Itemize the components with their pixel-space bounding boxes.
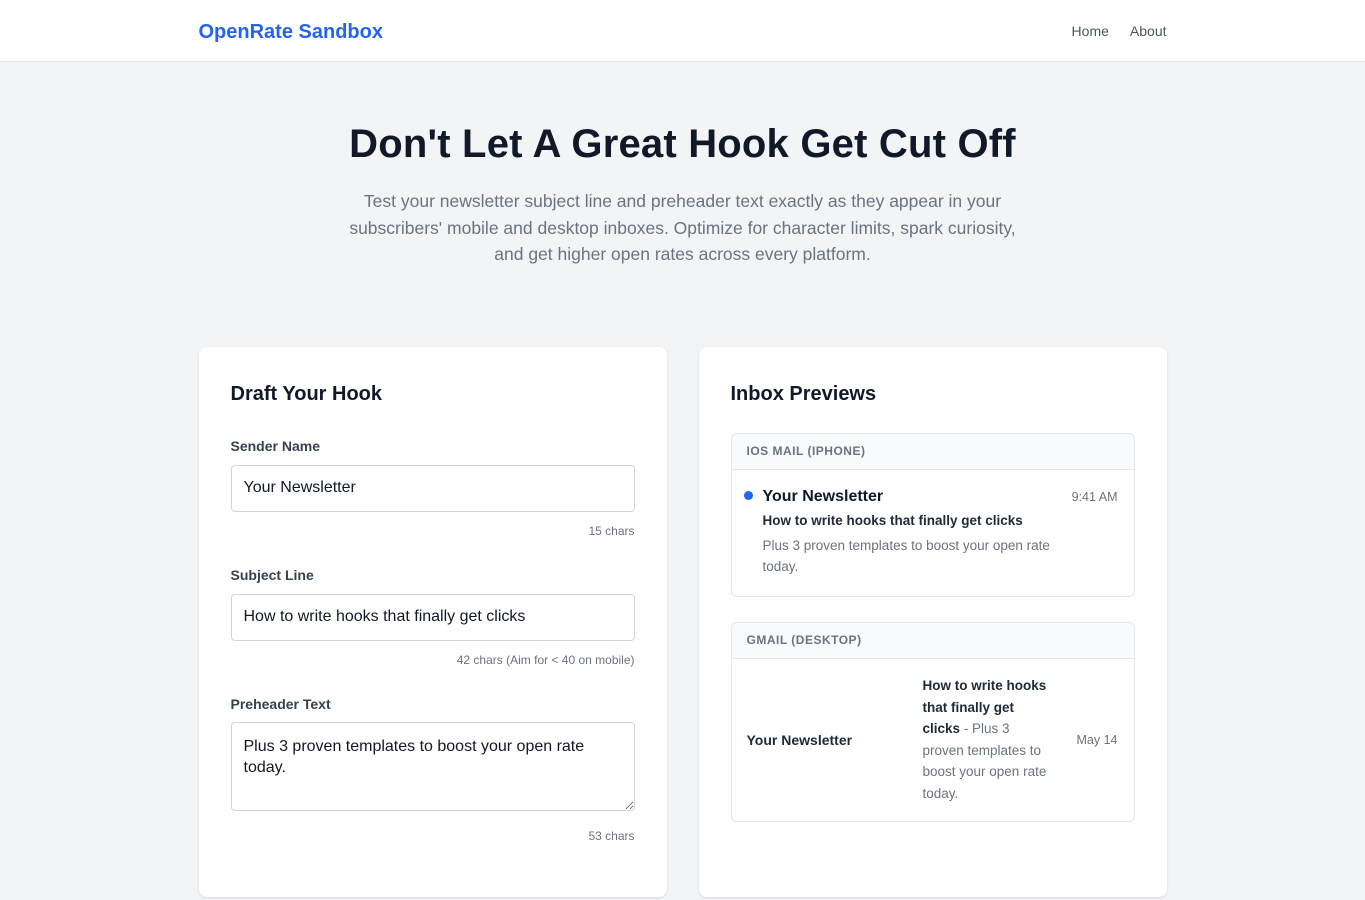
subject-line-label: Subject Line <box>230 566 314 583</box>
draft-card: Draft Your Hook Sender Name 15 chars Sub… <box>198 346 667 897</box>
main-nav: Home About <box>1072 23 1167 39</box>
gmail-separator: - <box>960 721 973 736</box>
gmail-snippet: How to write hooks that finally get clic… <box>923 675 1047 804</box>
previews-card-heading: Inbox Previews <box>730 382 877 405</box>
nav-link-home[interactable]: Home <box>1072 23 1109 39</box>
ios-mail-preheader: Plus 3 proven templates to boost your op… <box>762 537 1050 574</box>
brand-logo-link[interactable]: OpenRate Sandbox <box>199 21 383 44</box>
preheader-text-counter: 53 chars <box>588 828 635 843</box>
main-content: Draft Your Hook Sender Name 15 chars Sub… <box>198 346 1167 897</box>
navbar-inner: OpenRate Sandbox Home About <box>199 0 1167 62</box>
ios-mail-time: 9:41 AM <box>1071 489 1118 504</box>
subject-line-counter: 42 chars (Aim for < 40 on mobile) <box>456 652 635 667</box>
hero-section: Don't Let A Great Hook Get Cut Off Test … <box>0 62 1365 268</box>
ios-mail-header-row: Your Newsletter 9:41 AM <box>763 488 1118 506</box>
page-title: Don't Let A Great Hook Get Cut Off <box>349 122 1016 166</box>
gmail-preview-label: GMAIL (DESKTOP) <box>731 622 1134 659</box>
ios-mail-preview-label: IOS MAIL (IPHONE) <box>731 433 1134 470</box>
page-subtitle: Test your newsletter subject line and pr… <box>349 191 1016 264</box>
top-navbar: OpenRate Sandbox Home About <box>0 0 1365 62</box>
ios-mail-subject: How to write hooks that finally get clic… <box>762 512 1023 528</box>
previews-card: Inbox Previews IOS MAIL (IPHONE) Your Ne… <box>698 346 1167 897</box>
sender-name-counter: 15 chars <box>588 523 635 538</box>
subject-line-input[interactable] <box>230 593 635 641</box>
unread-dot-icon <box>743 490 753 500</box>
draft-card-heading: Draft Your Hook <box>230 382 383 405</box>
nav-link-about[interactable]: About <box>1130 23 1167 39</box>
gmail-date: May 14 <box>1076 732 1118 747</box>
preheader-text-label: Preheader Text <box>230 695 331 712</box>
gmail-sender: Your Newsletter <box>746 731 853 748</box>
gmail-preview: GMAIL (DESKTOP) Your Newsletter How to w… <box>730 621 1135 822</box>
gmail-message-row: Your Newsletter How to write hooks that … <box>732 659 1134 821</box>
ios-mail-message: Your Newsletter 9:41 AM How to write hoo… <box>732 470 1134 596</box>
preheader-text-textarea[interactable]: Plus 3 proven templates to boost your op… <box>230 721 635 811</box>
ios-mail-sender: Your Newsletter <box>762 487 884 505</box>
sender-name-input[interactable] <box>230 464 635 512</box>
ios-mail-preview: IOS MAIL (IPHONE) Your Newsletter 9:41 A… <box>730 432 1135 597</box>
sender-name-label: Sender Name <box>230 437 320 454</box>
